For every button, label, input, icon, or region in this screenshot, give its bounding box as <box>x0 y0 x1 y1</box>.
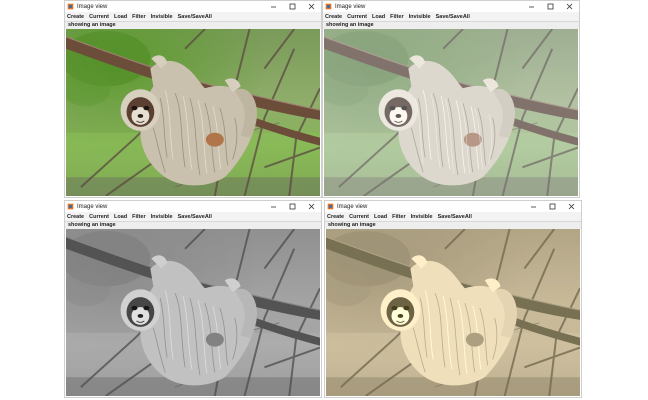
image-display <box>66 29 320 196</box>
sloth-image-sepia <box>326 229 580 396</box>
menu-invisible[interactable]: Invisible <box>151 214 173 220</box>
menu-save-saveall[interactable]: Save/SaveAll <box>178 14 212 20</box>
window-title: Image view <box>337 203 368 210</box>
menu-current[interactable]: Current <box>89 14 109 20</box>
menu-create[interactable]: Create <box>67 14 84 20</box>
image-view-window-original: Image view Create Current Load Filter In… <box>64 0 322 198</box>
sloth-image-sketch <box>324 29 578 196</box>
image-display <box>326 229 580 396</box>
minimize-button[interactable] <box>522 1 541 12</box>
menu-load[interactable]: Load <box>114 14 127 20</box>
menu-invisible[interactable]: Invisible <box>411 214 433 220</box>
status-label: showing an image <box>65 21 321 29</box>
java-app-icon <box>67 203 74 210</box>
menu-current[interactable]: Current <box>349 214 369 220</box>
menu-bar: Create Current Load Filter Invisible Sav… <box>323 12 579 21</box>
maximize-button[interactable] <box>541 1 560 12</box>
minimize-icon <box>271 6 276 8</box>
image-display <box>324 29 578 196</box>
close-icon <box>308 3 315 10</box>
menu-filter[interactable]: Filter <box>392 214 405 220</box>
java-app-icon <box>67 3 74 10</box>
menu-save-saveall[interactable]: Save/SaveAll <box>438 214 472 220</box>
maximize-button[interactable] <box>283 201 302 212</box>
close-button[interactable] <box>302 1 321 12</box>
menu-create[interactable]: Create <box>325 14 342 20</box>
image-view-window-sepia: Image view Create Current Load Filter In… <box>324 200 582 398</box>
window-title: Image view <box>77 3 108 10</box>
java-app-icon <box>325 3 332 10</box>
maximize-icon <box>549 203 556 210</box>
maximize-icon <box>289 3 296 10</box>
title-bar[interactable]: Image view <box>65 201 321 212</box>
status-label: showing an image <box>65 221 321 229</box>
close-button[interactable] <box>302 201 321 212</box>
menu-filter[interactable]: Filter <box>390 14 403 20</box>
menu-bar: Create Current Load Filter Invisible Sav… <box>325 212 581 221</box>
status-label: showing an image <box>323 21 579 29</box>
title-bar[interactable]: Image view <box>325 201 581 212</box>
menu-create[interactable]: Create <box>327 214 344 220</box>
maximize-button[interactable] <box>543 201 562 212</box>
maximize-icon <box>547 3 554 10</box>
menu-invisible[interactable]: Invisible <box>409 14 431 20</box>
close-icon <box>568 203 575 210</box>
minimize-button[interactable] <box>524 201 543 212</box>
title-bar[interactable]: Image view <box>65 1 321 12</box>
close-button[interactable] <box>562 201 581 212</box>
menu-invisible[interactable]: Invisible <box>151 14 173 20</box>
title-bar[interactable]: Image view <box>323 1 579 12</box>
maximize-button[interactable] <box>283 1 302 12</box>
window-title: Image view <box>77 203 108 210</box>
java-app-icon <box>327 203 334 210</box>
menu-save-saveall[interactable]: Save/SaveAll <box>436 14 470 20</box>
menu-filter[interactable]: Filter <box>132 214 145 220</box>
menu-current[interactable]: Current <box>89 214 109 220</box>
minimize-button[interactable] <box>264 201 283 212</box>
close-icon <box>308 203 315 210</box>
menu-load[interactable]: Load <box>372 14 385 20</box>
menu-create[interactable]: Create <box>67 214 84 220</box>
maximize-icon <box>289 203 296 210</box>
minimize-icon <box>529 6 534 8</box>
menu-current[interactable]: Current <box>347 14 367 20</box>
menu-load[interactable]: Load <box>114 214 127 220</box>
sloth-image-grayscale <box>66 229 320 396</box>
minimize-icon <box>271 206 276 208</box>
close-button[interactable] <box>560 1 579 12</box>
menu-filter[interactable]: Filter <box>132 14 145 20</box>
menu-bar: Create Current Load Filter Invisible Sav… <box>65 212 321 221</box>
image-display <box>66 229 320 396</box>
minimize-button[interactable] <box>264 1 283 12</box>
menu-save-saveall[interactable]: Save/SaveAll <box>178 214 212 220</box>
image-view-window-grayscale: Image view Create Current Load Filter In… <box>64 200 322 398</box>
sloth-image <box>66 29 320 196</box>
menu-bar: Create Current Load Filter Invisible Sav… <box>65 12 321 21</box>
status-label: showing an image <box>325 221 581 229</box>
minimize-icon <box>531 206 536 208</box>
close-icon <box>566 3 573 10</box>
window-title: Image view <box>335 3 366 10</box>
menu-load[interactable]: Load <box>374 214 387 220</box>
image-view-window-sketch: Image view Create Current Load Filter In… <box>322 0 580 198</box>
